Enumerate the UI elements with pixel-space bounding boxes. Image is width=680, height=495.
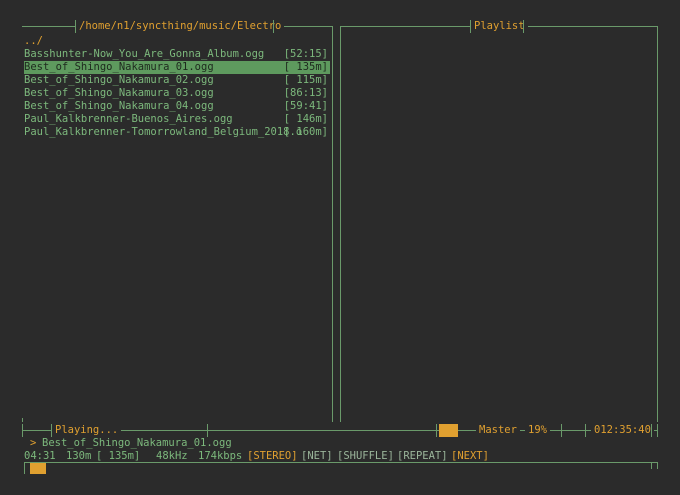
file-name: Basshunter-Now_You_Are_Gonna_Album.ogg	[24, 48, 265, 60]
file-name: Best_of_Shingo_Nakamura_03.ogg	[24, 87, 214, 99]
playlist-title: Playlist	[471, 20, 528, 33]
playing-label: Playing...	[52, 424, 122, 437]
browser-right-border	[332, 26, 333, 422]
file-name: Paul_Kalkbrenner-Buenos_Aires.ogg	[24, 113, 233, 125]
parent-dir-item[interactable]: ../	[24, 35, 43, 48]
current-track-prefix: >	[30, 437, 37, 449]
file-duration: [86:13]	[283, 87, 328, 99]
playlist-right-border	[657, 26, 658, 422]
file-list-item[interactable]: Paul_Kalkbrenner-Tomorrowland_Belgium_20…	[24, 126, 330, 139]
volume-bar[interactable]	[439, 424, 458, 437]
file-list-item[interactable]: Best_of_Shingo_Nakamura_01.ogg [ 135m]	[24, 61, 330, 74]
file-list-item[interactable]: Best_of_Shingo_Nakamura_02.ogg [ 115m]	[24, 74, 330, 87]
progress-fill	[30, 463, 46, 474]
file-list-item[interactable]: Basshunter-Now_You_Are_Gonna_Album.ogg [5…	[24, 48, 330, 61]
browser-path-title: /home/n1/syncthing/music/Electro	[76, 20, 285, 33]
file-duration: [59:41]	[283, 100, 328, 112]
file-list-item[interactable]: Paul_Kalkbrenner-Buenos_Aires.ogg [ 146m]	[24, 113, 330, 126]
file-name: Best_of_Shingo_Nakamura_04.ogg	[24, 100, 214, 112]
file-list-item[interactable]: Best_of_Shingo_Nakamura_03.ogg [86:13]	[24, 87, 330, 100]
file-duration: [ 115m]	[283, 74, 328, 86]
file-duration: [52:15]	[283, 48, 328, 60]
browser-left-corner	[22, 418, 23, 422]
file-name: Best_of_Shingo_Nakamura_02.ogg	[24, 74, 214, 86]
volume-fill	[439, 424, 458, 437]
clock: 012:35:40	[591, 424, 654, 437]
file-duration: [ 146m]	[283, 113, 328, 125]
file-duration: [ 135m]	[283, 61, 328, 73]
mixer-label: Master	[476, 424, 520, 437]
volume-value: 19%	[525, 424, 550, 437]
file-list-item[interactable]: Best_of_Shingo_Nakamura_04.ogg [59:41]	[24, 100, 330, 113]
file-name: Paul_Kalkbrenner-Tomorrowland_Belgium_20…	[24, 126, 303, 138]
file-duration: [ 160m]	[283, 126, 328, 138]
progress-bar[interactable]	[24, 462, 651, 474]
playlist-left-border	[340, 26, 341, 422]
file-name: Best_of_Shingo_Nakamura_01.ogg	[24, 61, 214, 73]
current-track: Best_of_Shingo_Nakamura_01.ogg	[42, 437, 232, 449]
